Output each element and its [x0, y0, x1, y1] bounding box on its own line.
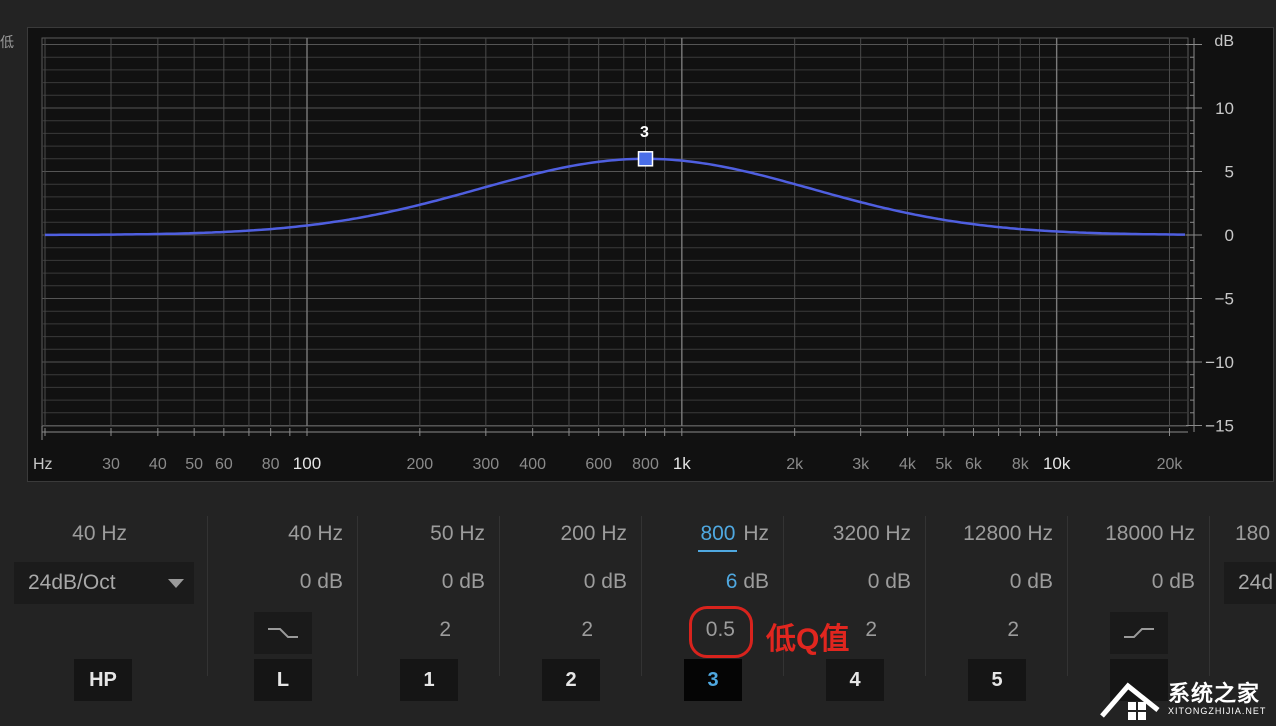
band-H-gain[interactable]: 0 dB [1152, 570, 1195, 594]
band-2-button[interactable]: 2 [542, 659, 600, 701]
band-1-q[interactable]: 2 [439, 618, 451, 642]
y-tick-label: −5 [1215, 290, 1234, 309]
band-3-frequency-unit: Hz [743, 522, 769, 545]
x-tick-label: 400 [519, 456, 546, 473]
band-2-q[interactable]: 2 [581, 618, 593, 642]
band-L-button[interactable]: L [254, 659, 312, 701]
band-3-frequency-value[interactable]: 800 [698, 522, 738, 552]
x-tick-label: 10k [1043, 454, 1071, 473]
band-1-button[interactable]: 1 [400, 659, 458, 701]
high-shelf-icon [1124, 628, 1154, 638]
band-5-button[interactable]: 5 [968, 659, 1026, 701]
band-3-node-label: 3 [640, 124, 649, 141]
band-3-button[interactable]: 3 [684, 659, 742, 701]
chevron-down-icon [168, 579, 184, 588]
x-tick-label: 100 [293, 454, 321, 473]
y-tick-label: 10 [1215, 99, 1234, 118]
clipped-label: 低 [0, 34, 14, 50]
band-3-gain[interactable]: 6 dB [726, 570, 769, 594]
band-H-frequency[interactable]: 18000 Hz [1105, 522, 1195, 546]
band-4-frequency[interactable]: 3200 Hz [833, 522, 911, 546]
band-5-frequency[interactable]: 12800 Hz [963, 522, 1053, 546]
watermark-url: XITONGZHIJIA.NET [1168, 706, 1267, 716]
hp-button[interactable]: HP [74, 659, 132, 701]
x-tick-label: 50 [185, 456, 203, 473]
band-5-q[interactable]: 2 [1007, 618, 1019, 642]
band-1-gain[interactable]: 0 dB [442, 570, 485, 594]
x-tick-label: 6k [965, 456, 983, 473]
x-tick-label: 5k [935, 456, 953, 473]
x-tick-label: 200 [406, 456, 433, 473]
x-tick-label: 30 [102, 456, 120, 473]
band-4-button[interactable]: 4 [826, 659, 884, 701]
band-3-node [637, 151, 654, 167]
hp-slope-dropdown[interactable]: 24dB/Oct [14, 562, 194, 604]
band-3-frequency[interactable]: 800 Hz [698, 522, 769, 552]
y-tick-label: 0 [1225, 226, 1234, 245]
x-tick-label: 20k [1157, 456, 1184, 473]
band-L-gain[interactable]: 0 dB [300, 570, 343, 594]
band-3-gain-unit: dB [743, 570, 769, 593]
eq-graph-canvas[interactable]: Hz 30 40 50 60 80 100 200 300 400 600 800 1k 2k 3k 4k 5k… [28, 28, 1275, 483]
band-3-gain-value[interactable]: 6 [726, 570, 738, 593]
house-icon [1100, 682, 1160, 720]
x-axis-unit: Hz [33, 456, 53, 473]
x-tick-label: 600 [585, 456, 612, 473]
x-tick-label: 4k [899, 456, 917, 473]
hp-frequency[interactable]: 40 Hz [72, 522, 127, 546]
x-tick-label: 2k [786, 456, 804, 473]
band-4-q[interactable]: 2 [865, 618, 877, 642]
lp-slope-dropdown[interactable]: 24d [1224, 562, 1276, 604]
y-tick-label: −15 [1205, 417, 1234, 436]
x-tick-label: 80 [262, 456, 280, 473]
lp-slope-value: 24d [1238, 571, 1274, 594]
y-tick-label: −10 [1205, 353, 1234, 372]
y-axis-unit: dB [1214, 33, 1234, 50]
x-tick-label: 40 [149, 456, 167, 473]
band-5-gain[interactable]: 0 dB [1010, 570, 1053, 594]
hp-slope-value: 24dB/Oct [28, 571, 116, 594]
x-tick-label: 60 [215, 456, 233, 473]
x-tick-label: 8k [1012, 456, 1030, 473]
band-2-gain[interactable]: 0 dB [584, 570, 627, 594]
x-tick-label: 3k [852, 456, 870, 473]
band-L-frequency[interactable]: 40 Hz [288, 522, 343, 546]
band-2-frequency[interactable]: 200 Hz [560, 522, 627, 546]
y-tick-label: 5 [1225, 163, 1234, 182]
x-tick-label: 800 [632, 456, 659, 473]
x-tick-label: 1k [673, 454, 691, 473]
band-4-gain[interactable]: 0 dB [868, 570, 911, 594]
low-shelf-icon [268, 628, 298, 638]
x-tick-label: 300 [472, 456, 499, 473]
low-shelf-button[interactable] [254, 612, 312, 654]
high-shelf-button[interactable] [1110, 612, 1168, 654]
watermark-title: 系统之家 [1168, 681, 1261, 706]
lp-frequency[interactable]: 180 [1235, 522, 1270, 546]
q-highlight-circle [689, 606, 753, 658]
eq-graph[interactable]: Hz 30 40 50 60 80 100 200 300 400 600 800 1k 2k 3k 4k 5k… [27, 27, 1274, 482]
band-1-frequency[interactable]: 50 Hz [430, 522, 485, 546]
low-q-annotation: 低Q值 [766, 623, 850, 656]
watermark-logo: 系统之家 XITONGZHIJIA.NET [1098, 672, 1276, 726]
